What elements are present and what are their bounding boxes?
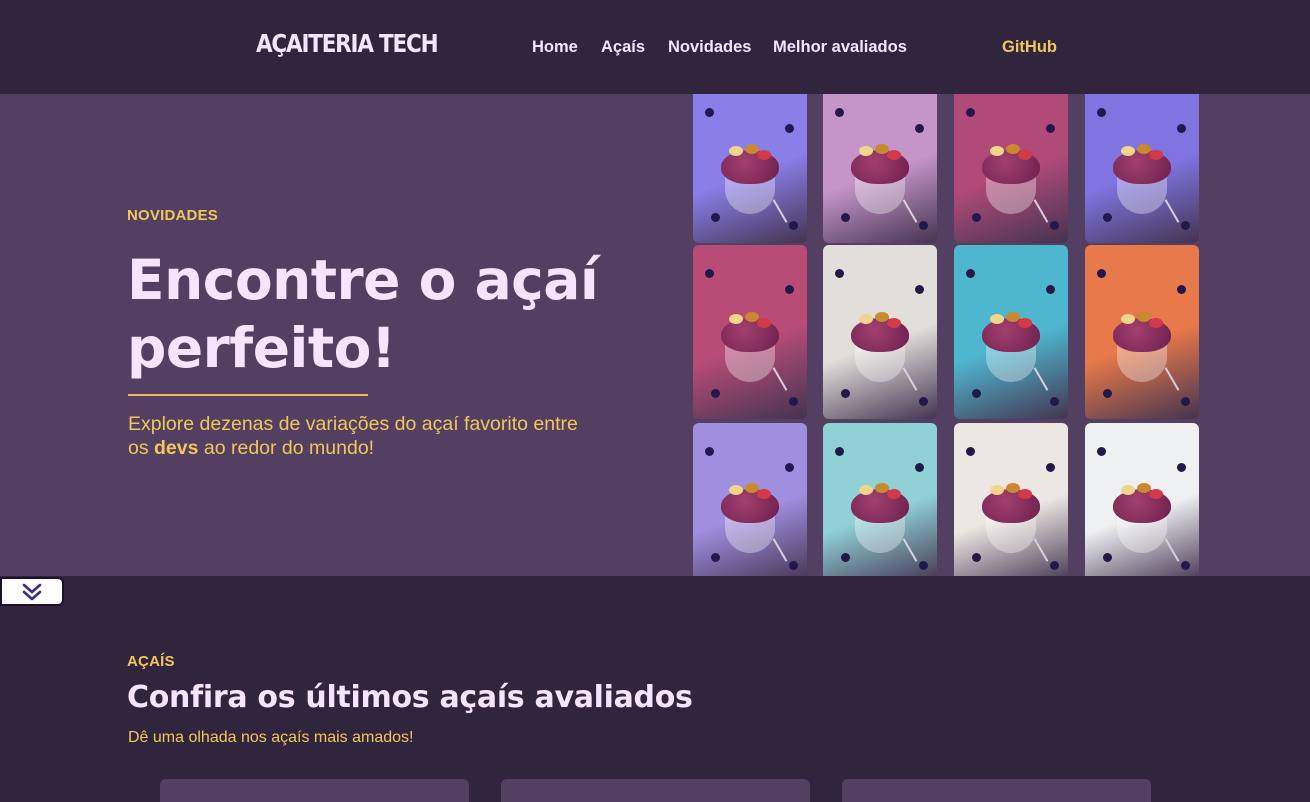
section-title: Confira os últimos açaís avaliados: [127, 680, 693, 715]
section-eyebrow: AÇAÍS: [127, 653, 175, 670]
acai-photo-bowl-on-lilac: [823, 94, 937, 243]
acai-photo-cup-on-cyan: [954, 245, 1068, 419]
acai-photo-strawberry-on-white: [954, 423, 1068, 576]
acai-photo-cup-on-pink: [693, 245, 807, 419]
acai-photo-kiwi-on-pink: [954, 94, 1068, 243]
acai-photo-coconut-bowl: [823, 245, 937, 419]
hero-section: NOVIDADES Encontre o açaí perfeito! Expl…: [0, 94, 1310, 576]
hero-divider: [128, 394, 368, 396]
nav-link-home[interactable]: Home: [532, 38, 578, 57]
hero-description-highlight: devs: [154, 437, 199, 459]
hero-title: Encontre o açaí perfeito!: [127, 248, 599, 380]
nav-link-novidades[interactable]: Novidades: [668, 38, 751, 57]
nav-link-melhor-avaliados[interactable]: Melhor avaliados: [773, 38, 907, 57]
acai-photo-banana-on-lavender: [693, 423, 807, 576]
acai-photo-cup-on-aqua: [823, 423, 937, 576]
hero-description: Explore dezenas de variações do açaí fav…: [128, 412, 598, 460]
scroll-down-button[interactable]: [0, 577, 64, 606]
acai-photo-glass-on-purple: [693, 94, 807, 243]
section-subtitle: Dê uma olhada nos açaís mais amados!: [128, 729, 414, 746]
nav-link-acais[interactable]: Açaís: [601, 38, 645, 57]
acai-photo-smoothie-on-white: [1085, 423, 1199, 576]
nav-link-github[interactable]: GitHub: [1002, 38, 1057, 57]
site-logo[interactable]: AÇAITERIA TECH: [256, 29, 439, 58]
acai-card[interactable]: [501, 779, 810, 802]
double-chevron-down-icon: [22, 583, 42, 600]
acai-photo-grid: [693, 94, 1200, 576]
hero-description-text-end: ao redor do mundo!: [198, 437, 375, 459]
acai-photo-cup-on-orange: [1085, 245, 1199, 419]
acai-card[interactable]: [842, 779, 1151, 802]
acai-card[interactable]: [160, 779, 469, 802]
hero-eyebrow: NOVIDADES: [127, 207, 218, 224]
acai-photo-goblet-on-purple: [1085, 94, 1199, 243]
site-header: AÇAITERIA TECH Home Açaís Novidades Melh…: [0, 0, 1310, 94]
